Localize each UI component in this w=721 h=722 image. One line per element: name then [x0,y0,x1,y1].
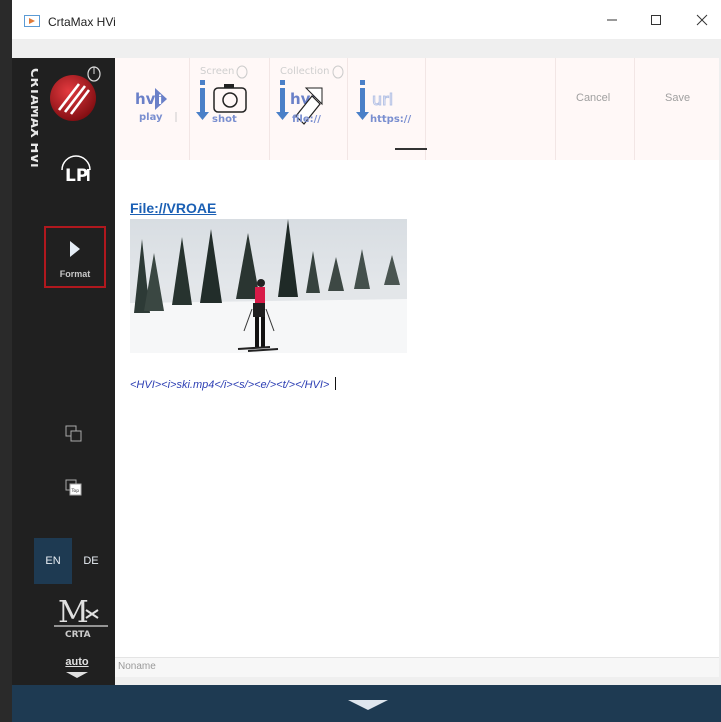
url-https-button[interactable]: url https:// [348,58,426,160]
svg-text:hv: hv [135,90,156,108]
format-label: Format [59,269,91,279]
brand-vertical-logo: CRTAMAX HVi [27,68,38,168]
hvi-file-icon: Collection hvi file:// [276,65,344,125]
cancel-button[interactable]: Cancel [555,58,635,160]
svg-text:shot: shot [212,114,237,125]
collection-file-button[interactable]: Collection hvi file:// [270,58,348,160]
svg-text:CRTAMAX HVi: CRTAMAX HVi [27,68,38,168]
svg-text:M: M [58,595,89,630]
auto-button[interactable]: auto [58,656,96,680]
save-label: Save [665,92,691,104]
svg-text:LP: LP [65,166,88,186]
workspace: CRTAMAX HVi LP Format Top EN DE M CRTA a… [12,40,721,685]
bring-to-top-icon: Top [65,479,82,496]
ski-video-thumbnail[interactable] [130,219,407,353]
svg-text:i: i [158,93,162,107]
home-logo-button[interactable] [49,66,103,124]
window-title: CrtaMax HVi [48,15,116,29]
lp-logo-icon: LP [61,155,91,186]
copy-button[interactable] [62,422,86,446]
auto-label: auto [65,656,89,668]
bring-to-top-button[interactable]: Top [62,476,86,500]
status-bar: Noname [115,657,719,677]
svg-text:https://: https:// [370,114,411,125]
chevron-down-icon [66,672,88,678]
svg-text:Top: Top [71,488,80,494]
cancel-label: Cancel [576,92,611,104]
maximize-button[interactable] [646,10,666,30]
format-button[interactable]: Format [44,226,106,288]
svg-text:url: url [372,90,393,109]
toolbar: hv i play Screen shot Collection hvi fil… [115,58,719,160]
bottom-bar [12,685,721,722]
maximize-icon [651,15,661,25]
play-button[interactable]: hv i play [115,58,190,160]
close-button[interactable] [692,10,712,30]
screenshot-button[interactable]: Screen shot [190,58,270,160]
ski-photo-image [130,219,407,353]
svg-text:CRTA: CRTA [65,630,91,640]
stripes-logo-icon [50,66,101,121]
camera-shot-icon: Screen shot [196,65,248,125]
file-link[interactable]: File://VROAE [130,200,216,216]
svg-text:Collection: Collection [280,66,329,77]
sidebar: CRTAMAX HVi LP Format Top EN DE M CRTA a… [12,58,115,685]
minimize-button[interactable] [602,10,622,30]
crta-logo: M CRTA [52,588,110,640]
lp-button[interactable]: LP [57,150,95,188]
hvi-markup-line[interactable]: <HVI><i>ski.mp4</i><s/><e/><t/></HVI> [130,377,337,391]
minimize-icon [607,19,617,21]
insertion-marker [395,148,427,150]
app-icon [24,15,40,27]
copy-icon [65,425,82,442]
save-button[interactable]: Save [635,58,719,160]
editor-panel: hv i play Screen shot Collection hvi fil… [115,58,719,657]
chevron-down-icon [348,700,388,710]
hvi-markup-text: <HVI><i>ski.mp4</i><s/><e/><t/></HVI> [130,379,330,391]
url-https-icon: url https:// [356,80,411,125]
app-window: CrtaMax HVi CRTAMAX HVi LP Format Top EN… [12,0,721,722]
hvi-play-icon: hv i play [135,88,177,123]
title-bar: CrtaMax HVi [12,0,721,40]
crta-logo-icon: M CRTA [54,595,108,640]
lang-de-button[interactable]: DE [72,538,110,584]
svg-text:Screen: Screen [200,66,234,77]
close-icon [696,14,708,26]
expand-button[interactable] [342,698,394,712]
play-triangle-icon [70,241,80,257]
lang-en-button[interactable]: EN [34,538,72,584]
text-caret [335,377,337,390]
filename-label: Noname [118,661,156,672]
svg-text:play: play [139,112,163,123]
svg-text:file://: file:// [292,114,321,125]
